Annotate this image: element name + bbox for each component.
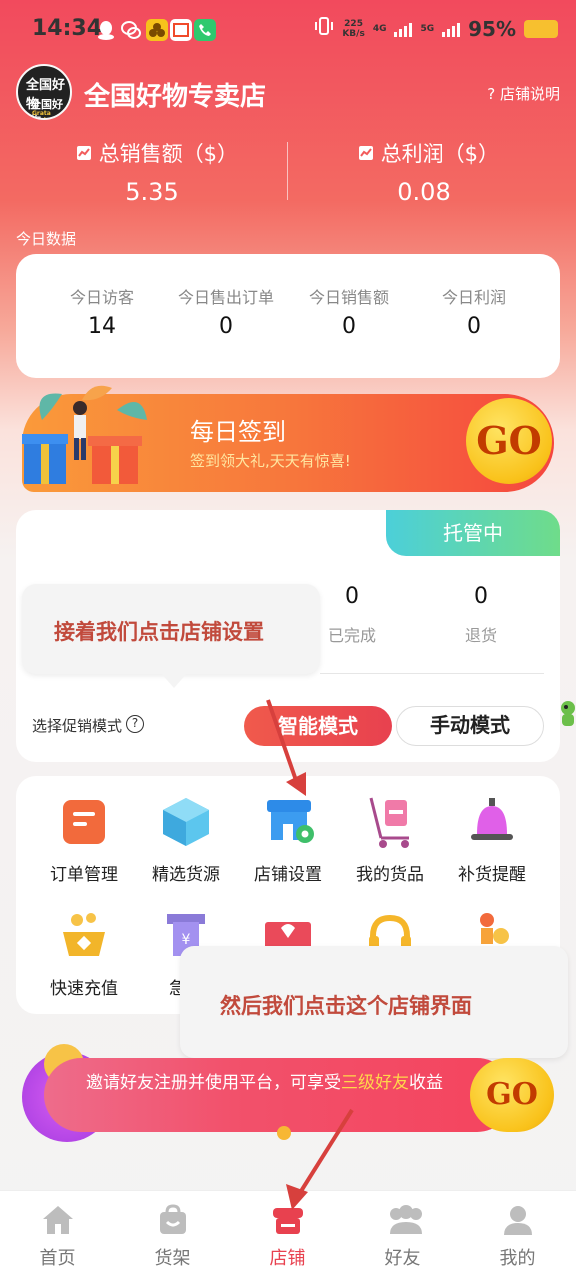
- total-sales-label: 总销售额（$）: [76, 138, 238, 168]
- signal-4g-icon: [394, 21, 413, 37]
- status-time: 14:34: [32, 16, 103, 41]
- tab-label: 货架: [154, 1248, 191, 1269]
- divider: [320, 673, 544, 674]
- floating-mascot-icon[interactable]: [558, 700, 576, 730]
- shelf-icon: [156, 1204, 190, 1236]
- grid-item-curated-sources[interactable]: 精选货源: [136, 796, 236, 885]
- friends-icon: [386, 1204, 422, 1236]
- grid-item-quick-recharge[interactable]: 快速充值: [34, 910, 134, 999]
- carousel-dot: [277, 1126, 291, 1140]
- store-logo[interactable]: 全国好物 全国好物 Grata Topley: [16, 64, 72, 120]
- signin-go-button[interactable]: GO: [466, 398, 552, 484]
- completed-count[interactable]: 0: [312, 584, 392, 609]
- grid-label: 补货提醒: [458, 865, 526, 885]
- tab-home[interactable]: 首页: [0, 1204, 115, 1270]
- recharge-icon: [59, 910, 109, 960]
- grid-label: 精选货源: [152, 865, 220, 885]
- tooltip-2-text: 然后我们点击这个店铺界面: [220, 994, 472, 1018]
- tab-friends[interactable]: 好友: [345, 1204, 460, 1270]
- phone-icon: [194, 19, 216, 41]
- qq-icon: [96, 19, 116, 41]
- promo-mode-label: 选择促销模式: [32, 717, 123, 735]
- tooltip-tail: [160, 672, 188, 688]
- today-data-card: 今日访客 14 今日售出订单 0 今日销售额 0 今日利润 0: [16, 254, 560, 378]
- returns-count[interactable]: 0: [441, 584, 521, 609]
- completed-label: 已完成: [327, 626, 376, 645]
- signin-subtitle: 签到领大礼,天天有惊喜!: [190, 452, 351, 470]
- today-data-title: 今日数据: [16, 230, 77, 248]
- grid-label: 我的货品: [356, 865, 424, 885]
- store-help-link[interactable]: ? 店铺说明: [487, 83, 560, 104]
- vibrate-icon: [314, 16, 334, 41]
- tab-label: 好友: [384, 1248, 421, 1269]
- help-icon[interactable]: ?: [126, 715, 144, 733]
- tab-store[interactable]: 店铺: [230, 1204, 345, 1270]
- tab-profile[interactable]: 我的: [460, 1204, 575, 1270]
- manual-mode-button[interactable]: 手动模式: [396, 706, 544, 746]
- order-icon: [59, 796, 109, 846]
- chart-icon: [358, 142, 381, 166]
- signal-5g-icon: [442, 21, 461, 37]
- grid-label: 快速充值: [50, 979, 118, 999]
- bell-icon: [467, 796, 517, 846]
- store-icon: [271, 1204, 305, 1236]
- wechat-icon: [120, 19, 142, 41]
- status-right: 225 KB/s 4G 5G 95%: [314, 16, 558, 41]
- store-name: 全国好物专卖店: [84, 82, 267, 112]
- grid-item-my-goods[interactable]: 我的货品: [340, 796, 440, 885]
- battery-icon: [524, 19, 558, 38]
- home-icon: [41, 1204, 75, 1236]
- total-profit-value: 0.08: [397, 178, 451, 206]
- app-icon-yellow: [146, 19, 168, 41]
- signal-4g-label: 4G: [372, 23, 387, 34]
- invite-text: 邀请好友注册并使用平台，可享受三级好友收益: [86, 1073, 443, 1093]
- battery-percent: 95%: [468, 16, 516, 41]
- grid-item-order-management[interactable]: 订单管理: [34, 796, 134, 885]
- tab-label: 我的: [499, 1248, 536, 1269]
- returns-label: 退货: [464, 626, 497, 645]
- shop-settings-icon: [263, 796, 314, 846]
- grid-label: 订单管理: [50, 865, 118, 885]
- total-sales-value: 5.35: [125, 178, 179, 206]
- gift-icon: [22, 380, 152, 492]
- profile-icon: [501, 1204, 535, 1236]
- smart-mode-button[interactable]: 智能模式: [244, 706, 392, 746]
- invite-go-button[interactable]: GO: [470, 1058, 554, 1132]
- tab-label: 店铺: [269, 1248, 306, 1269]
- net-speed: 225 KB/s: [342, 18, 365, 39]
- grid-item-restock-reminder[interactable]: 补货提醒: [442, 796, 542, 885]
- taobao-icon: [170, 19, 192, 41]
- tab-label: 首页: [39, 1248, 76, 1269]
- hosted-status-badge: 托管中: [386, 510, 560, 556]
- total-profit-label: 总利润（$）: [358, 138, 499, 168]
- question-icon: ?: [487, 85, 496, 103]
- grid-item-store-settings[interactable]: 店铺设置: [238, 796, 338, 885]
- cart-icon: [365, 796, 415, 848]
- signal-5g-label: 5G: [420, 23, 435, 34]
- grid-label: 店铺设置: [254, 865, 322, 885]
- signin-title: 每日签到: [190, 418, 286, 446]
- box-icon: [161, 796, 211, 846]
- chart-icon: [76, 142, 99, 166]
- tab-shelf[interactable]: 货架: [115, 1204, 230, 1270]
- tooltip-1-text: 接着我们点击店铺设置: [54, 620, 264, 644]
